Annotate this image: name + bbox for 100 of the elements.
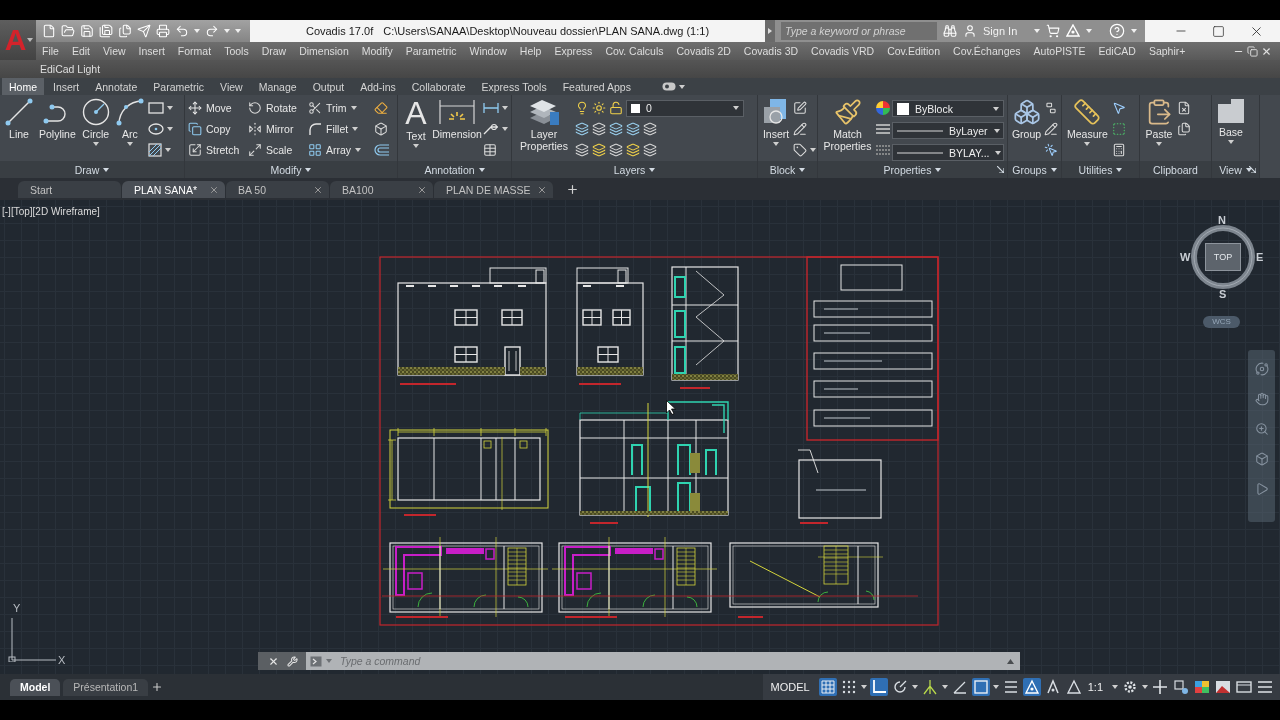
caret-icon[interactable]	[773, 142, 779, 146]
ribbon-tab[interactable]: Insert	[46, 78, 87, 95]
compass-direction-label[interactable]: N	[1218, 214, 1226, 226]
menu-item[interactable]: View	[103, 45, 126, 57]
caret-icon[interactable]	[993, 128, 1000, 133]
panel-title[interactable]: Layers	[512, 161, 757, 178]
panel-title[interactable]: Block	[758, 161, 817, 178]
ribbon-tool-button[interactable]: A Text	[401, 98, 431, 148]
model-space-canvas[interactable]: [-][Top][2D Wireframe] N W TOP E S WCS Y X Type a command	[0, 200, 1280, 674]
menu-item[interactable]: EdiCAD	[1098, 45, 1136, 57]
file-tab[interactable]: PLAN SANA*	[122, 181, 225, 198]
linear-dimension-icon[interactable]	[483, 102, 499, 114]
close-icon[interactable]	[1261, 45, 1272, 57]
ribbon-tool-button[interactable]: Trim	[308, 100, 374, 116]
layers-icon[interactable]	[575, 122, 589, 136]
layers-icon[interactable]	[626, 122, 640, 136]
color-wheel-icon[interactable]	[876, 101, 890, 115]
menu-item[interactable]: EdiCad Light	[40, 63, 101, 75]
square-icon[interactable]	[971, 678, 990, 696]
menu-item[interactable]: Edit	[71, 45, 90, 57]
property-dropdown[interactable]: BYLAY...	[892, 144, 1004, 161]
layers-icon[interactable]	[626, 143, 640, 157]
square-pen-icon[interactable]	[793, 101, 807, 115]
ribbon-tool-button[interactable]: Circle	[79, 98, 112, 146]
layers-icon[interactable]	[592, 122, 606, 136]
ribbon-tool-button[interactable]: Polyline	[37, 98, 78, 140]
caret-icon[interactable]	[733, 106, 739, 110]
triangle-icon[interactable]	[1064, 678, 1083, 696]
ribbon-tab[interactable]: Parametric	[146, 78, 212, 95]
square-arrow-icon[interactable]	[188, 143, 202, 157]
ribbon-tool-button[interactable]: Group	[1011, 98, 1042, 140]
menu-item[interactable]: Covadis 2D	[676, 45, 731, 57]
eraser-icon[interactable]	[374, 101, 388, 115]
ribbon-tab[interactable]: Featured Apps	[555, 78, 638, 95]
ribbon-tool-button[interactable]: Base	[1215, 98, 1247, 144]
pan-icon[interactable]	[1254, 392, 1269, 406]
caret-icon[interactable]	[810, 148, 816, 152]
diagonal-arrows-icon[interactable]	[248, 143, 262, 157]
caret-icon[interactable]	[1112, 685, 1118, 689]
close-icon[interactable]	[313, 184, 323, 195]
line-icon[interactable]	[5, 98, 33, 126]
help-icon[interactable]	[1109, 23, 1125, 39]
caret-icon[interactable]	[678, 84, 685, 89]
panel-launcher-icon[interactable]	[1249, 166, 1256, 173]
square-dot-icon[interactable]	[1172, 678, 1190, 696]
caret-icon[interactable]	[995, 150, 1002, 155]
layers-icon[interactable]	[609, 143, 623, 157]
menu-item[interactable]: Tools	[224, 45, 249, 57]
ribbon-tool-button[interactable]: Measure	[1065, 98, 1110, 146]
layers-icon[interactable]	[592, 143, 606, 157]
caret-icon[interactable]	[166, 127, 173, 131]
ribbon-tab[interactable]: Annotate	[88, 78, 145, 95]
ribbon-tab[interactable]: Express Tools	[474, 78, 554, 95]
ungroup-icon[interactable]	[1044, 101, 1058, 115]
layers-icon[interactable]	[643, 122, 657, 136]
ribbon-tool-button[interactable]: Mirror	[248, 121, 308, 137]
maximize-icon[interactable]	[1212, 24, 1225, 38]
file-x-icon[interactable]	[1177, 101, 1191, 115]
caret-icon[interactable]	[860, 685, 867, 689]
close-icon[interactable]	[268, 655, 279, 667]
menu-item[interactable]: Format	[177, 45, 212, 57]
nested-curves-icon[interactable]	[374, 144, 390, 156]
command-field[interactable]: Type a command	[306, 652, 1020, 670]
command-prompt-icon[interactable]	[310, 655, 322, 667]
caret-icon[interactable]	[941, 685, 948, 689]
menu-item[interactable]: File	[42, 45, 59, 57]
image-icon[interactable]	[1214, 678, 1232, 696]
caret-icon[interactable]	[1116, 167, 1123, 172]
paintbrush-icon[interactable]	[833, 98, 862, 126]
caret-icon[interactable]	[1228, 140, 1234, 144]
ribbon-tab[interactable]: Add-ins	[353, 78, 403, 95]
plus-icon[interactable]	[151, 681, 164, 693]
ribbon-tool-button[interactable]: Scale	[248, 142, 308, 158]
caret-icon[interactable]	[935, 167, 942, 172]
rounded-corner-icon[interactable]	[308, 122, 322, 136]
panel-title[interactable]: Modify	[185, 161, 397, 178]
leader-line-icon[interactable]	[483, 123, 499, 135]
panel-title[interactable]: Draw	[0, 161, 184, 178]
caret-icon[interactable]	[478, 167, 485, 172]
lightbulb-icon[interactable]	[575, 101, 589, 115]
panel-title[interactable]: Properties	[818, 161, 1007, 178]
menu-item[interactable]: Modify	[361, 45, 393, 57]
layout-tab[interactable]: Model	[10, 678, 61, 696]
redo-icon[interactable]	[205, 24, 219, 38]
binoculars-icon[interactable]	[943, 24, 957, 38]
flip-icon[interactable]	[248, 122, 262, 136]
menu-item[interactable]: Express	[554, 45, 593, 57]
ribbon-tab[interactable]: Output	[305, 78, 352, 95]
caret-icon[interactable]	[92, 142, 99, 146]
caret-icon[interactable]	[1050, 167, 1057, 172]
caret-icon[interactable]	[1142, 685, 1148, 689]
ribbon-tool-button[interactable]: Rotate	[248, 100, 308, 116]
menu-item[interactable]: Cov.Edition	[887, 45, 941, 57]
caret-icon[interactable]	[355, 148, 362, 152]
pencil-icon[interactable]	[793, 122, 807, 136]
layers-icon[interactable]	[609, 122, 623, 136]
caret-icon[interactable]	[911, 685, 918, 689]
search-expand-button[interactable]	[765, 20, 775, 42]
menu-item[interactable]: Covadis 3D	[743, 45, 799, 57]
panel-title[interactable]: Groups	[1008, 161, 1061, 178]
